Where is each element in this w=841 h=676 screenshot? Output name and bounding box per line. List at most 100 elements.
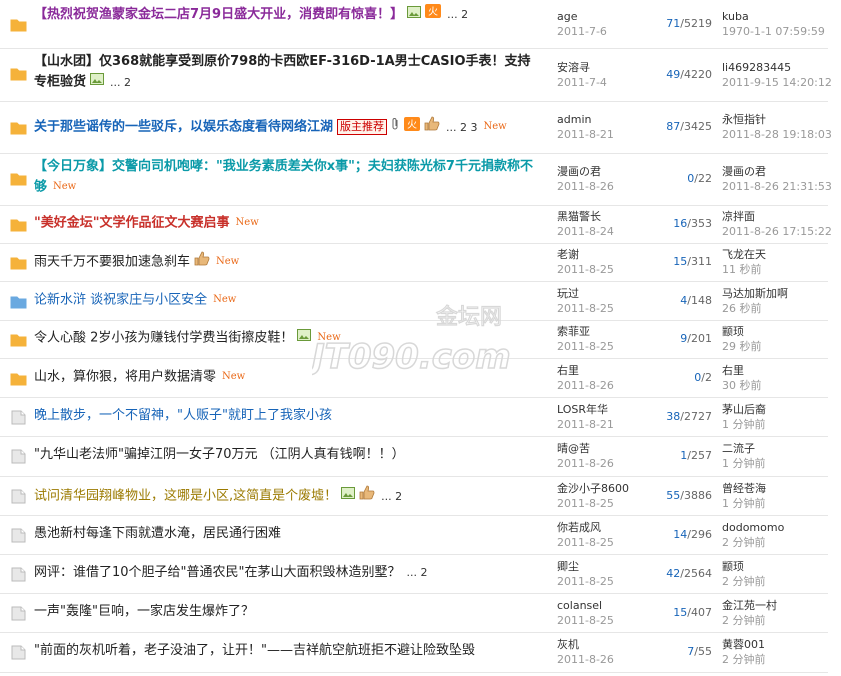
reply-count[interactable]: 38 [666, 410, 680, 423]
last-poster-link[interactable]: 曾经苍海 [722, 481, 832, 496]
last-post-time[interactable]: 2 分钟前 [722, 652, 832, 667]
folder-icon[interactable] [10, 17, 27, 32]
thread-title-link[interactable]: 【山水团】仅368就能享受到原价798的卡西欧EF-316D-1A男士CASIO… [34, 54, 531, 90]
last-post-time[interactable]: 2 分钟前 [722, 574, 832, 589]
folder-icon[interactable] [10, 217, 27, 232]
attachment-icon [391, 117, 400, 138]
last-post-time[interactable]: 11 秒前 [722, 262, 832, 277]
thread-title-link[interactable]: 【热烈祝贺渔蒙家金坛二店7月9日盛大开业，消费即有惊喜！】 [34, 7, 403, 22]
thread-title-link[interactable]: 论新水浒 谈祝家庄与小区安全 [34, 293, 207, 308]
svg-text:火: 火 [428, 6, 438, 18]
folder-icon[interactable] [10, 489, 27, 504]
folder-icon[interactable] [10, 449, 27, 464]
thread-title-link[interactable]: 试问清华园翔峰物业，这哪是小区,这简直是个废墟！ [34, 489, 337, 504]
last-post-time[interactable]: 26 秒前 [722, 301, 832, 316]
view-count: 311 [691, 255, 712, 268]
folder-icon[interactable] [10, 66, 27, 81]
reply-count[interactable]: 7 [687, 645, 694, 658]
thread-title-link[interactable]: 一声"轰隆"巨响，一家店发生爆炸了？ [34, 604, 254, 619]
page-links[interactable]: ... 2 [110, 76, 131, 89]
image-icon [407, 5, 422, 25]
folder-icon[interactable] [10, 410, 27, 425]
thread-title-link[interactable]: "前面的灰机听着，老子没油了，让开！"——吉祥航空航班拒不避让险致坠毁 [34, 643, 475, 658]
view-count: 4220 [684, 68, 712, 81]
reply-count[interactable]: 15 [673, 606, 687, 619]
reply-count[interactable]: 42 [666, 567, 680, 580]
reply-count[interactable]: 0 [687, 172, 694, 185]
reply-count[interactable]: 55 [666, 489, 680, 502]
new-label: New [213, 294, 237, 305]
thread-title-link[interactable]: 雨天千万不要狠加速急刹车 [34, 255, 190, 270]
folder-icon[interactable] [10, 294, 27, 309]
last-poster-link[interactable]: 飞龙在天 [722, 247, 832, 262]
last-poster-link[interactable]: kuba [722, 9, 832, 24]
folder-icon[interactable] [10, 606, 27, 621]
hot-icon: 火 [425, 4, 442, 25]
last-poster-link[interactable]: 漫画の君 [722, 164, 832, 179]
last-poster-link[interactable]: 颛顼 [722, 559, 832, 574]
last-post-time[interactable]: 2 分钟前 [722, 535, 832, 550]
reply-count[interactable]: 0 [694, 371, 701, 384]
folder-icon[interactable] [10, 528, 27, 543]
thread-title-link[interactable]: "美好金坛"文学作品征文大赛启事 [34, 216, 230, 231]
last-poster-link[interactable]: 金江苑一村 [722, 598, 832, 613]
last-poster-link[interactable]: 永恒指针 [722, 112, 832, 127]
last-post-time[interactable]: 1970-1-1 07:59:59 [722, 24, 832, 39]
view-count: 22 [698, 172, 712, 185]
last-post-time[interactable]: 29 秒前 [722, 339, 832, 354]
reply-count[interactable]: 1 [680, 449, 687, 462]
last-poster-link[interactable]: dodomomo [722, 520, 832, 535]
last-poster-link[interactable]: 右里 [722, 363, 832, 378]
thread-row: "九华山老法师"骗掉江阴一女子70万元 （江阴人真有钱啊！！） 晴@苦 2011-8… [0, 436, 828, 477]
reply-count[interactable]: 14 [673, 528, 687, 541]
last-post-time[interactable]: 1 分钟前 [722, 456, 832, 471]
reply-count[interactable]: 9 [680, 332, 687, 345]
thread-title-link[interactable]: 令人心酸 2岁小孩为赚钱付学费当街擦皮鞋！ [34, 331, 293, 346]
view-count: 5219 [684, 17, 712, 30]
folder-icon[interactable] [10, 120, 27, 135]
folder-icon[interactable] [10, 371, 27, 386]
last-poster-link[interactable]: li469283445 [722, 60, 832, 75]
last-post-time[interactable]: 1 分钟前 [722, 496, 832, 511]
reply-count[interactable]: 87 [666, 120, 680, 133]
folder-icon[interactable] [10, 171, 27, 186]
last-post-time[interactable]: 2011-8-26 17:15:22 [722, 224, 832, 239]
thread-row: 网评：谁借了10个胆子给"普通农民"在茅山大面积毁林造别墅？... 2 卿尘 201… [0, 554, 828, 594]
svg-text:火: 火 [407, 119, 417, 131]
last-post-time[interactable]: 30 秒前 [722, 378, 832, 393]
last-post-time[interactable]: 2011-8-26 21:31:53 [722, 179, 832, 194]
folder-icon[interactable] [10, 332, 27, 347]
folder-icon[interactable] [10, 255, 27, 270]
last-post-time[interactable]: 2 分钟前 [722, 613, 832, 628]
reply-count[interactable]: 49 [666, 68, 680, 81]
reply-count[interactable]: 16 [673, 217, 687, 230]
last-post-time[interactable]: 1 分钟前 [722, 417, 832, 432]
thread-title-link[interactable]: "九华山老法师"骗掉江阴一女子70万元 （江阴人真有钱啊！！） [34, 447, 405, 462]
folder-icon[interactable] [10, 567, 27, 582]
reply-count[interactable]: 15 [673, 255, 687, 268]
last-poster-link[interactable]: 二流子 [722, 441, 832, 456]
new-label: New [53, 181, 77, 192]
thread-title-link[interactable]: 【今日万象】交警向司机咆哮："我业务素质差关你x事"；夫妇获陈光标7千元捐款称不… [34, 159, 533, 195]
last-post-time[interactable]: 2011-8-28 19:18:03 [722, 127, 832, 142]
last-poster-link[interactable]: 黄蓉001 [722, 637, 832, 652]
last-poster-link[interactable]: 马达加斯加啊 [722, 286, 832, 301]
thread-title-link[interactable]: 愚池新村每逢下雨就遭水淹，居民通行困难 [34, 526, 281, 541]
view-count: 148 [691, 294, 712, 307]
moderator-recommend-badge: 版主推荐 [337, 119, 388, 135]
reply-count[interactable]: 4 [680, 294, 687, 307]
last-post-time[interactable]: 2011-9-15 14:20:12 [722, 75, 832, 90]
last-poster-link[interactable]: 凉拌面 [722, 209, 832, 224]
page-links[interactable]: ... 2 3 [446, 121, 477, 134]
page-links[interactable]: ... 2 [381, 490, 402, 503]
thread-title-link[interactable]: 网评：谁借了10个胆子给"普通农民"在茅山大面积毁林造别墅？ [34, 565, 401, 580]
thread-title-link[interactable]: 山水，算你狠，将用户数据清零 [34, 370, 216, 385]
thread-title-link[interactable]: 关于那些谣传的一些驳斥，以娱乐态度看待网络江湖 [34, 120, 333, 135]
folder-icon[interactable] [10, 645, 27, 660]
last-poster-link[interactable]: 茅山后裔 [722, 402, 832, 417]
page-links[interactable]: ... 2 [447, 8, 468, 21]
last-poster-link[interactable]: 颛顼 [722, 324, 832, 339]
reply-count[interactable]: 71 [666, 17, 680, 30]
thread-title-link[interactable]: 晚上散步，一个不留神，"人贩子"就盯上了我家小孩 [34, 408, 332, 423]
page-links[interactable]: ... 2 [407, 566, 428, 579]
